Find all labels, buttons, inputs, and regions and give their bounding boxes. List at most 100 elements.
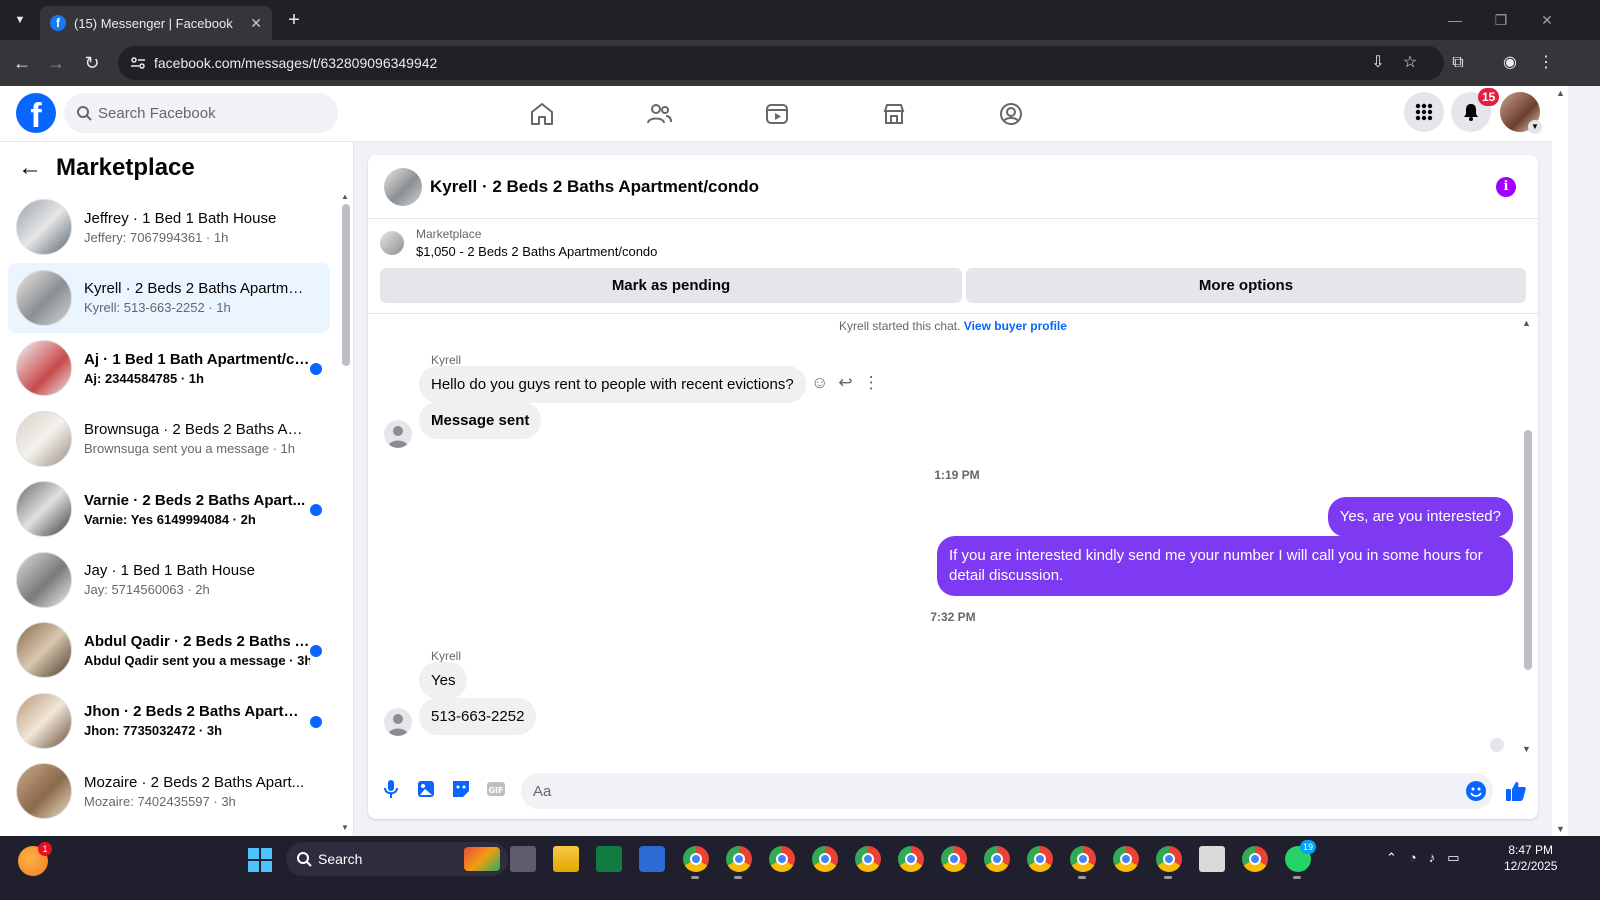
address-bar[interactable]: facebook.com/messages/t/632809096349942 [118,46,1444,80]
chrome-icon[interactable] [1242,846,1268,872]
listing-summary[interactable]: Marketplace $1,050 - 2 Beds 2 Baths Apar… [380,227,657,259]
microphone-icon[interactable] [380,778,402,800]
outgoing-message[interactable]: Yes, are you interested? [1327,497,1513,537]
chrome-icon[interactable] [984,846,1010,872]
close-window-button[interactable]: ✕ [1532,8,1562,32]
volume-icon[interactable]: ♪ [1429,850,1436,866]
conversation-item[interactable]: Abdul Qadir · 2 Beds 2 Baths A... Abdul Q… [8,615,330,686]
incoming-message[interactable]: Yes [419,662,468,699]
emoji-icon[interactable] [1466,781,1486,801]
mark-pending-button[interactable]: Mark as pending [380,268,962,303]
scroll-down-icon[interactable]: ▼ [341,823,349,832]
bookmark-star-icon[interactable]: ☆ [1398,51,1422,75]
gaming-icon[interactable] [997,100,1025,128]
chrome-icon[interactable] [1156,846,1182,872]
extensions-icon[interactable]: ⧉ [1446,51,1470,75]
show-hidden-icons-icon[interactable]: ⌃ [1386,850,1397,866]
facebook-logo-icon[interactable]: f [16,93,56,133]
incoming-message[interactable]: 513-663-2252 [419,698,537,735]
scrollbar-thumb[interactable] [1524,430,1532,670]
account-avatar[interactable]: ▼ [1500,92,1542,134]
view-buyer-profile-link[interactable]: View buyer profile [964,319,1067,333]
scroll-down-icon[interactable]: ▼ [1522,744,1531,754]
incoming-message[interactable]: Hello do you guys rent to people with re… [419,366,806,403]
conversation-item[interactable]: Jay · 1 Bed 1 Bath House Jay: 5714560063 … [8,545,330,616]
site-info-icon[interactable] [130,55,146,71]
back-arrow-icon[interactable]: ← [18,154,42,182]
chrome-icon[interactable] [941,846,967,872]
conversation-item[interactable]: Varnie · 2 Beds 2 Baths Apart... Varnie: … [8,474,330,545]
conversation-item[interactable]: Aj · 1 Bed 1 Bath Apartment/co... Aj: 234… [8,333,330,404]
chrome-icon[interactable] [898,846,924,872]
install-app-icon[interactable]: ⇩ [1366,51,1390,75]
message-input[interactable] [521,773,1493,809]
menu-grid-button[interactable] [1404,92,1444,132]
profile-icon[interactable]: ◉ [1498,51,1522,75]
back-button[interactable]: ← [10,51,34,75]
battery-icon[interactable]: ▭ [1447,850,1459,866]
scroll-up-icon[interactable]: ▲ [1522,318,1531,328]
forward-button[interactable]: → [44,51,68,75]
thumbs-up-icon[interactable] [1504,779,1528,803]
conversation-item[interactable]: Jeffrey · 1 Bed 1 Bath House Jeffery: 706… [8,192,330,263]
photo-icon[interactable] [415,778,437,800]
conversation-preview: Jeffery: 7067994361 · 1h [84,229,229,245]
sidebar-scrollbar[interactable]: ▲ ▼ [340,192,350,832]
store-app-icon[interactable] [639,846,665,872]
chrome-icon[interactable] [1070,846,1096,872]
chrome-icon[interactable] [769,846,795,872]
facebook-search-input[interactable]: Search Facebook [64,93,338,133]
react-emoji-icon[interactable]: ☺ [811,373,828,393]
spreadsheet-app-icon[interactable] [596,846,622,872]
incoming-message[interactable]: Message sent [419,402,542,439]
chrome-menu-icon[interactable]: ⋮ [1534,51,1558,75]
windows-start-icon[interactable] [248,848,272,872]
thread-scrollbar[interactable]: ▲ ▼ [1522,318,1532,754]
conversation-name: Brownsuga · 2 Beds 2 Baths Apa... [84,421,310,439]
file-explorer-icon[interactable] [553,846,579,872]
video-icon[interactable] [763,100,791,128]
conversation-item[interactable]: Mozaire · 2 Beds 2 Baths Apart... Mozaire… [8,756,330,827]
more-options-button[interactable]: More options [966,268,1526,303]
outgoing-message[interactable]: If you are interested kindly send me you… [937,536,1513,596]
minimize-button[interactable]: — [1440,8,1470,32]
friends-icon[interactable] [645,100,673,128]
conversation-preview: Kyrell: 513-663-2252 · 1h [84,300,231,316]
scrollbar-thumb[interactable] [342,204,350,366]
chrome-icon[interactable] [1027,846,1053,872]
scroll-up-icon[interactable]: ▲ [341,192,349,201]
info-icon[interactable]: i [1496,177,1516,197]
restore-button[interactable]: ❐ [1486,8,1516,32]
scroll-down-icon[interactable]: ▼ [1556,824,1565,834]
conversation-item[interactable]: Jhon · 2 Beds 2 Baths Apartme... Jhon: 77… [8,686,330,757]
conversation-item[interactable]: Kyrell · 2 Beds 2 Baths Apartmen... Kyrel… [8,262,330,333]
conversation-item[interactable]: Brownsuga · 2 Beds 2 Baths Apa... Brownsu… [8,404,330,475]
wifi-icon[interactable]: ◔ [1409,850,1417,866]
chrome-icon[interactable] [855,846,881,872]
chat-title[interactable]: Kyrell · 2 Beds 2 Baths Apartment/condo [430,177,759,197]
close-tab-icon[interactable]: ✕ [250,15,262,32]
tab-search-button[interactable]: ▼ [8,8,32,32]
reply-icon[interactable]: ↩ [838,373,852,393]
home-icon[interactable] [528,100,556,128]
taskbar-search[interactable]: Search [286,842,508,876]
reload-button[interactable]: ↻ [80,51,104,75]
chrome-icon[interactable] [812,846,838,872]
chrome-icon[interactable] [1113,846,1139,872]
browser-tab[interactable]: f (15) Messenger | Facebook ✕ [40,6,272,40]
new-tab-button[interactable]: + [282,8,306,32]
chrome-icon[interactable] [726,846,752,872]
sticker-icon[interactable] [450,778,472,800]
scroll-up-icon[interactable]: ▲ [1556,88,1565,98]
chat-avatar[interactable] [384,167,422,206]
page-scrollbar[interactable]: ▲ ▼ [1552,86,1568,836]
gif-icon[interactable]: GIF [485,778,507,800]
chrome-icon[interactable] [683,846,709,872]
weather-widget-icon[interactable]: 1 [18,842,52,876]
task-view-icon[interactable] [510,846,536,872]
marketplace-icon[interactable] [880,100,908,128]
more-actions-icon[interactable]: ⋮ [863,373,880,393]
system-clock[interactable]: 8:47 PM 12/2/2025 [1504,842,1557,874]
conversation-thumbnail [16,763,72,820]
snipping-tool-icon[interactable] [1199,846,1225,872]
